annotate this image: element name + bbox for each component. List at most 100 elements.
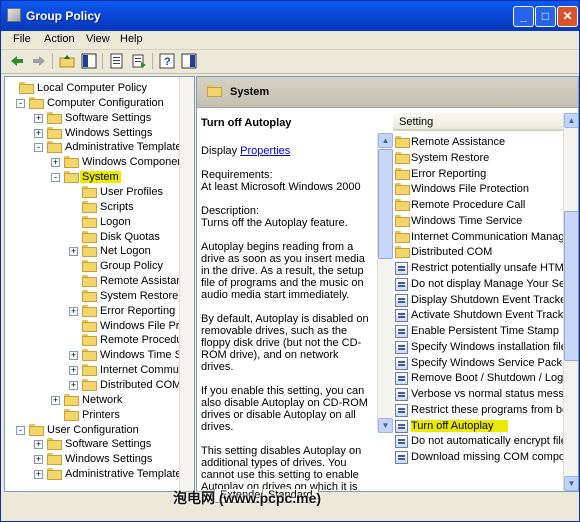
collapse-icon[interactable]: - xyxy=(51,173,60,183)
folder-icon xyxy=(395,230,410,243)
scroll-down-arrow-icon[interactable]: ▼ xyxy=(564,476,578,491)
setting-label: Turn off Autoplay xyxy=(411,419,508,432)
menu-view[interactable]: View xyxy=(86,33,110,45)
folder-icon xyxy=(207,85,222,97)
folder-icon xyxy=(19,82,34,94)
expand-icon[interactable]: + xyxy=(34,440,43,450)
back-arrow-icon[interactable] xyxy=(9,53,25,69)
folder-icon xyxy=(47,126,62,139)
expand-icon[interactable]: + xyxy=(69,247,78,257)
expand-icon[interactable]: + xyxy=(34,470,43,480)
setting-policy-row[interactable]: Activate Shutdown Event Tracker xyxy=(395,308,563,323)
folder-icon xyxy=(47,438,62,451)
group-policy-app-icon xyxy=(7,8,21,22)
up-folder-icon[interactable] xyxy=(59,53,75,69)
setting-policy-row[interactable]: Specify Windows installation file lo xyxy=(395,340,563,355)
collapse-icon[interactable]: - xyxy=(34,143,43,153)
properties-icon[interactable] xyxy=(109,53,125,69)
folder-icon xyxy=(64,156,79,169)
description-block: Description: Turns off the Autoplay featu… xyxy=(201,205,371,229)
description-label: Description: xyxy=(201,205,260,217)
collapse-icon[interactable]: - xyxy=(16,425,25,435)
setting-policy-row[interactable]: Verbose vs normal status messages xyxy=(395,387,563,402)
details-header: System xyxy=(197,77,578,108)
policy-setting-icon xyxy=(395,451,408,464)
folder-icon xyxy=(47,468,62,481)
setting-policy-row[interactable]: Download missing COM componer xyxy=(395,450,563,465)
requirements-block: Requirements: At least Microsoft Windows … xyxy=(201,169,371,193)
setting-folder-row[interactable]: System Restore xyxy=(395,151,563,166)
policy-setting-icon xyxy=(395,309,408,323)
policy-setting-icon xyxy=(395,277,408,291)
setting-policy-row[interactable]: Remove Boot / Shutdown / Logon xyxy=(395,371,563,386)
setting-folder-row[interactable]: Error Reporting xyxy=(395,167,563,182)
tree-item-label: Administrative Templates xyxy=(65,468,188,481)
setting-policy-row[interactable]: Restrict potentially unsafe HTML Help xyxy=(395,261,563,276)
scroll-up-arrow-icon[interactable]: ▲ xyxy=(378,133,393,148)
tree-item-label: Logon xyxy=(100,215,131,228)
show-hide-action-pane-icon[interactable] xyxy=(181,53,197,69)
forward-arrow-icon[interactable] xyxy=(31,53,47,69)
scroll-up-arrow-icon[interactable]: ▲ xyxy=(564,113,578,128)
expand-icon[interactable]: + xyxy=(69,381,78,390)
expand-icon[interactable]: + xyxy=(69,351,78,361)
tree-vertical-scrollbar[interactable] xyxy=(179,77,194,491)
folder-icon xyxy=(47,141,62,154)
list-vertical-scrollbar[interactable]: ▲ ▼ xyxy=(563,113,578,491)
expand-icon[interactable]: + xyxy=(34,455,43,465)
watermark: 泡电网 (www.pcpc.me) xyxy=(173,490,322,506)
policy-setting-icon xyxy=(395,435,408,449)
setting-folder-row[interactable]: Windows Time Service xyxy=(395,214,563,229)
setting-label: Restrict these programs from being xyxy=(411,403,563,416)
menu-file[interactable]: File xyxy=(13,33,31,45)
expand-icon[interactable]: + xyxy=(51,158,60,168)
folder-icon xyxy=(82,349,97,362)
setting-policy-row[interactable]: Specify Windows Service Pack insta xyxy=(395,356,563,371)
setting-column-header[interactable]: Setting xyxy=(393,113,563,131)
folder-icon xyxy=(47,453,62,466)
setting-policy-row[interactable]: Do not display Manage Your Server xyxy=(395,277,563,292)
properties-link[interactable]: Properties xyxy=(240,145,290,157)
expand-icon[interactable]: + xyxy=(51,395,60,405)
setting-policy-row[interactable]: Turn off Autoplay xyxy=(395,419,563,434)
show-hide-tree-icon[interactable] xyxy=(81,53,97,69)
setting-policy-row[interactable]: Do not automatically encrypt files xyxy=(395,434,563,449)
scroll-down-arrow-icon[interactable]: ▼ xyxy=(378,418,393,433)
setting-label: Specify Windows Service Pack insta xyxy=(411,356,563,369)
details-header-title: System xyxy=(230,86,270,98)
folder-icon xyxy=(64,408,79,421)
collapse-icon[interactable]: - xyxy=(16,98,25,108)
tree-item-label: Net Logon xyxy=(100,245,151,258)
folder-icon xyxy=(395,246,410,259)
setting-label: Verbose vs normal status messages xyxy=(411,388,563,400)
folder-icon xyxy=(64,171,79,184)
extended-description: Turn off Autoplay Display Properties Req… xyxy=(201,117,371,491)
folder-icon xyxy=(82,289,97,302)
help-icon[interactable]: ? xyxy=(159,53,175,69)
minimize-button[interactable]: _ xyxy=(513,6,534,27)
setting-folder-row[interactable]: Distributed COM xyxy=(395,245,563,260)
policy-setting-icon xyxy=(395,293,408,307)
toolbar-separator xyxy=(102,53,103,69)
setting-folder-row[interactable]: Remote Assistance xyxy=(395,135,563,150)
setting-policy-row[interactable]: Display Shutdown Event Tracker xyxy=(395,293,563,308)
scroll-thumb[interactable] xyxy=(564,211,578,361)
description-scrollbar[interactable]: ▲ ▼ xyxy=(377,133,393,433)
expand-icon[interactable]: + xyxy=(34,113,43,123)
setting-folder-row[interactable]: Internet Communication Managem xyxy=(395,230,563,245)
expand-icon[interactable]: + xyxy=(69,366,78,376)
scroll-thumb[interactable] xyxy=(378,149,393,259)
menu-action[interactable]: Action xyxy=(44,33,75,45)
setting-policy-row[interactable]: Enable Persistent Time Stamp xyxy=(395,324,563,339)
setting-folder-row[interactable]: Remote Procedure Call xyxy=(395,198,563,213)
expand-icon[interactable]: + xyxy=(69,306,78,316)
title-bar[interactable]: Group Policy _ □ ✕ xyxy=(1,1,579,31)
maximize-button[interactable]: □ xyxy=(535,6,556,27)
expand-icon[interactable]: + xyxy=(34,128,43,138)
setting-folder-row[interactable]: Windows File Protection xyxy=(395,182,563,197)
close-button[interactable]: ✕ xyxy=(557,6,578,27)
folder-icon xyxy=(82,334,97,347)
export-list-icon[interactable] xyxy=(131,53,147,69)
setting-policy-row[interactable]: Restrict these programs from being xyxy=(395,403,563,418)
menu-help[interactable]: Help xyxy=(120,33,143,45)
